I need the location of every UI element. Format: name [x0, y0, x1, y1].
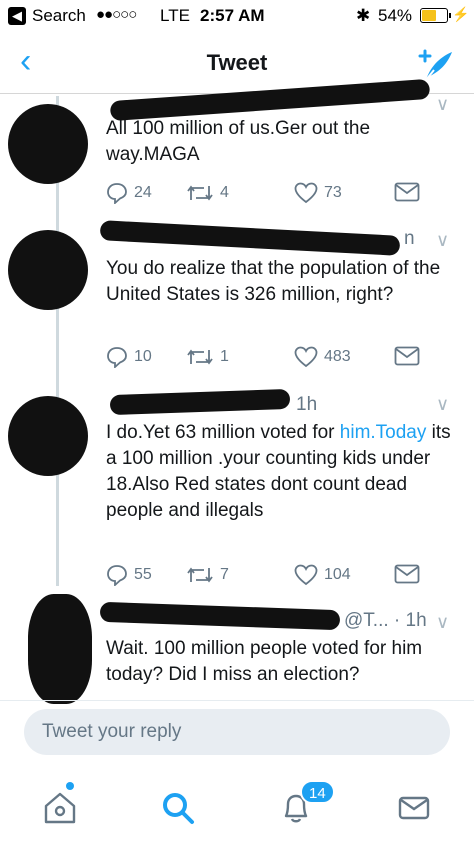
battery-fill: [422, 10, 437, 21]
like-count: 483: [324, 348, 351, 365]
tweet-actions: 55 7 104: [106, 564, 436, 592]
tweet-link[interactable]: him.Today: [340, 422, 427, 443]
reply-count: 55: [134, 566, 152, 583]
avatar[interactable]: [8, 230, 88, 310]
back-arrow-icon: ◀: [8, 7, 26, 25]
envelope-icon: [394, 182, 420, 202]
tweet-text: All 100 million of us.Ger out the way.MA…: [106, 118, 371, 165]
tweet-meta: @T... · 1h: [344, 610, 427, 631]
back-app-label: Search: [32, 6, 86, 25]
reply-bar: [0, 700, 474, 764]
heart-icon: [294, 346, 318, 368]
tweet-meta: 1h: [296, 394, 318, 415]
back-to-app-button[interactable]: ◀ Search: [8, 6, 86, 26]
retweet-count: 1: [220, 348, 229, 365]
envelope-icon[interactable]: [392, 786, 436, 830]
like-count: 104: [324, 566, 351, 583]
tweet-actions: 24 4 73: [106, 182, 436, 210]
tweet-actions: 10 1 483: [106, 346, 436, 374]
like-count: 73: [324, 184, 342, 201]
redacted-username: [99, 601, 341, 631]
clock: 2:57 AM: [200, 6, 265, 25]
home-icon[interactable]: [38, 786, 82, 830]
tweet-text: Wait. 100 million people voted for him t…: [106, 638, 423, 685]
retweet-button[interactable]: 4: [186, 182, 229, 204]
notifications-badge: 14: [300, 780, 335, 804]
bluetooth-icon: ✱: [356, 6, 371, 25]
avatar[interactable]: [8, 104, 88, 184]
search-icon[interactable]: [156, 786, 200, 830]
redacted-username: [109, 388, 291, 416]
retweet-icon: [187, 185, 213, 201]
dm-button[interactable]: [394, 346, 420, 366]
status-bar: ◀ Search ●●○○○ LTE 2:57 AM ✱ 54% ⚡: [0, 0, 474, 32]
heart-icon: [294, 182, 318, 204]
retweet-count: 4: [220, 184, 229, 201]
tweet-text: You do realize that the population of th…: [106, 258, 441, 305]
envelope-icon: [394, 564, 420, 584]
dm-button[interactable]: [394, 564, 420, 584]
reply-icon: [107, 347, 127, 368]
heart-icon: [294, 564, 318, 586]
envelope-icon: [394, 346, 420, 366]
retweet-count: 7: [220, 566, 229, 583]
like-button[interactable]: 483: [294, 346, 351, 368]
reply-icon: [107, 183, 127, 204]
tweet-text: I do.Yet 63 million voted for him.Today …: [106, 420, 458, 524]
signal-strength: ●●○○○: [96, 6, 137, 23]
retweet-icon: [187, 349, 213, 365]
charging-icon: ⚡: [452, 6, 470, 22]
redacted-username: [99, 220, 401, 256]
retweet-button[interactable]: 7: [186, 564, 229, 586]
retweet-icon: [187, 567, 213, 583]
battery-icon: [420, 8, 451, 23]
avatar[interactable]: [8, 396, 88, 476]
home-new-indicator: [66, 782, 74, 790]
tweet-meta: n: [404, 228, 415, 249]
reply-icon: [107, 565, 127, 586]
carrier-label: LTE: [160, 6, 190, 25]
avatar[interactable]: [28, 594, 92, 704]
chevron-down-icon[interactable]: ∨: [436, 394, 449, 415]
chevron-down-icon[interactable]: ∨: [436, 612, 449, 633]
tab-bar: [0, 770, 474, 841]
retweet-button[interactable]: 1: [186, 346, 229, 368]
reply-button[interactable]: 24: [106, 182, 152, 204]
like-button[interactable]: 73: [294, 182, 342, 204]
like-button[interactable]: 104: [294, 564, 351, 586]
dm-button[interactable]: [394, 182, 420, 202]
reply-button[interactable]: 10: [106, 346, 152, 368]
chevron-down-icon[interactable]: ∨: [436, 94, 449, 115]
reply-button[interactable]: 55: [106, 564, 152, 586]
reply-input[interactable]: [24, 709, 450, 755]
page-title: Tweet: [206, 50, 268, 75]
chevron-down-icon[interactable]: ∨: [436, 230, 449, 251]
reply-count: 24: [134, 184, 152, 201]
tweet-text-part: I do.Yet 63 million voted for: [106, 422, 340, 443]
reply-count: 10: [134, 348, 152, 365]
battery-percent: 54%: [378, 6, 413, 25]
